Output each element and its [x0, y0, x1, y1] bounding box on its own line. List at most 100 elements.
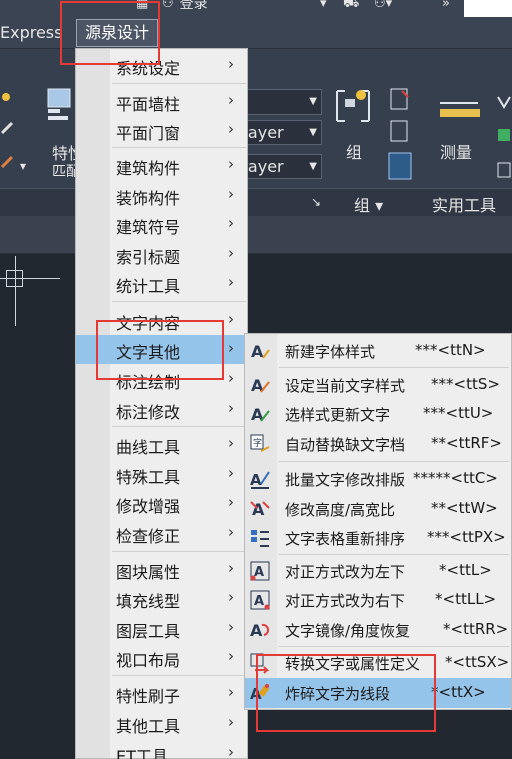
- menu-item-check-fix[interactable]: 检查修正 ›: [76, 519, 247, 548]
- svg-text:A: A: [254, 594, 264, 609]
- svg-text:A: A: [251, 342, 264, 361]
- chevron-right-icon: ›: [228, 743, 234, 759]
- menu-item-modify-enhance[interactable]: 修改增强 ›: [76, 489, 247, 518]
- submenu-item-text-table-sort[interactable]: 文字表格重新排序 ***<ttPX>: [245, 523, 511, 553]
- svg-text:A: A: [250, 471, 262, 489]
- dialog-launcher-icon[interactable]: ↘: [311, 195, 321, 209]
- chevron-right-icon: ›: [228, 55, 234, 73]
- panel-group-title[interactable]: 组 ▾: [354, 192, 383, 216]
- annotation-box-menu: [60, 1, 160, 65]
- menu-item-layer-tools[interactable]: 图层工具 ›: [76, 614, 247, 643]
- menu-item-property-brush[interactable]: 特性刷子 ›: [76, 679, 247, 708]
- menu-item-building-symbols[interactable]: 建筑符号 ›: [76, 210, 247, 239]
- measure-icon[interactable]: [438, 97, 482, 121]
- text-mirror-restore-icon: A: [250, 621, 270, 640]
- separator: [112, 426, 246, 427]
- menu-item-decoration-components[interactable]: 装饰构件 ›: [76, 181, 247, 210]
- chevron-right-icon: ›: [228, 155, 234, 173]
- new-text-style-icon: A: [251, 342, 270, 361]
- separator: [112, 551, 246, 552]
- menu-item-building-components[interactable]: 建筑构件 ›: [76, 151, 247, 180]
- separator: [112, 147, 246, 148]
- submenu-item-set-current-text-style[interactable]: A 设定当前文字样式 ***<ttS>: [245, 370, 511, 400]
- overflow-icon[interactable]: »: [442, 0, 450, 11]
- batch-text-edit-icon: A: [250, 471, 270, 489]
- chevron-right-icon: ›: [228, 120, 234, 138]
- menu-item-wall-column[interactable]: 平面墙柱 ›: [76, 87, 247, 116]
- dropdown-arrow-icon[interactable]: ▾: [320, 0, 327, 11]
- chevron-down-icon: ▼: [309, 96, 317, 107]
- update-text-by-style-icon: A: [251, 405, 270, 424]
- menu-item-dimension-modify[interactable]: 标注修改 ›: [76, 395, 247, 424]
- chevron-right-icon: ›: [228, 434, 234, 452]
- login-label: 登录: [179, 0, 208, 12]
- submenu-item-batch-text-edit[interactable]: A 批量文字修改排版 *****<ttC>: [245, 464, 511, 494]
- text-height-ratio-icon: A: [250, 500, 270, 519]
- submenu-item-update-text-by-style[interactable]: A 选样式更新文字 ***<ttU>: [245, 399, 511, 429]
- help-user-icon[interactable]: ⚇▾: [374, 0, 392, 11]
- user-icon: ⚇: [162, 0, 174, 11]
- chevron-right-icon: ›: [228, 369, 234, 387]
- group-tools-icon[interactable]: [388, 87, 414, 183]
- chevron-right-icon: ›: [228, 588, 234, 606]
- menu-item-index-titles[interactable]: 索引标题 ›: [76, 240, 247, 269]
- menu-item-block-attributes[interactable]: 图块属性 ›: [76, 555, 247, 584]
- text-table-sort-icon: [251, 530, 269, 547]
- replace-missing-font-icon: 字: [250, 434, 270, 452]
- yuanquan-menu: 系统设定 › 平面墙柱 › 平面门窗 › 建筑构件 › 装饰构件 › 建筑符号 › 索引标题…: [75, 48, 248, 759]
- submenu-item-text-height-ratio[interactable]: A 修改高度/高宽比 **<ttW>: [245, 494, 511, 524]
- match-properties-icon[interactable]: [46, 87, 74, 127]
- svg-text:A: A: [254, 565, 264, 580]
- menu-item-viewport-layout[interactable]: 视口布局 ›: [76, 643, 247, 672]
- set-current-text-style-icon: A: [251, 376, 270, 395]
- annotation-box-explode-text: [256, 654, 436, 732]
- chevron-right-icon: ›: [228, 713, 234, 731]
- chevron-right-icon: ›: [228, 91, 234, 109]
- dropdown-arrow-icon[interactable]: ▾: [20, 159, 26, 173]
- panel-utilities-title[interactable]: 实用工具: [432, 192, 496, 216]
- menu-item-other-tools[interactable]: 其他工具 ›: [76, 709, 247, 738]
- justify-bottom-right-icon: A: [250, 590, 270, 610]
- menu-item-et-tools[interactable]: ET工具 ›: [76, 739, 247, 759]
- group-label: 组: [346, 143, 363, 162]
- chevron-down-icon: ▼: [309, 161, 317, 172]
- menu-express[interactable]: Express: [0, 23, 62, 42]
- chevron-down-icon: ▼: [309, 127, 317, 138]
- group-icon[interactable]: [333, 87, 373, 131]
- ribbon-left-tools-icon[interactable]: [0, 89, 16, 189]
- justify-bottom-left-icon: A: [250, 561, 270, 581]
- chevron-right-icon: ›: [228, 647, 234, 665]
- submenu-item-text-mirror-restore[interactable]: A 文字镜像/角度恢复 *<ttRR>: [245, 615, 511, 645]
- separator: [112, 301, 246, 302]
- chevron-right-icon: ›: [228, 310, 234, 328]
- chevron-right-icon: ›: [228, 683, 234, 701]
- chevron-right-icon: ›: [228, 523, 234, 541]
- chevron-right-icon: ›: [228, 493, 234, 511]
- chevron-right-icon: ›: [228, 244, 234, 262]
- chevron-right-icon: ›: [228, 399, 234, 417]
- crosshair-pickbox: [6, 270, 23, 287]
- measure-label: 测量: [440, 143, 473, 162]
- chevron-right-icon: ›: [228, 559, 234, 577]
- cart-icon[interactable]: ⛟: [343, 0, 359, 13]
- svg-text:字: 字: [253, 437, 262, 449]
- menu-item-curve-tools[interactable]: 曲线工具 ›: [76, 430, 247, 459]
- menu-item-special-tools[interactable]: 特殊工具 ›: [76, 460, 247, 489]
- chevron-right-icon: ›: [228, 273, 234, 291]
- svg-text:A: A: [250, 621, 263, 640]
- utilities-right-icons[interactable]: [496, 93, 512, 185]
- submenu-item-justify-bottom-left[interactable]: A 对正方式改为左下 *<ttL>: [245, 556, 511, 586]
- submenu-item-replace-missing-font[interactable]: 字 自动替换缺文字档 **<ttRF>: [245, 429, 511, 459]
- chevron-right-icon: ›: [228, 339, 234, 357]
- annotation-box-text-other: [96, 320, 224, 380]
- separator: [112, 83, 246, 84]
- submenu-item-new-text-style[interactable]: A 新建字体样式 ***<ttN>: [245, 336, 511, 366]
- menu-item-hatch-linetype[interactable]: 填充线型 ›: [76, 584, 247, 613]
- submenu-item-justify-bottom-right[interactable]: A 对正方式改为右下 *<ttLL>: [245, 585, 511, 615]
- login-area[interactable]: ⚇ 登录: [162, 0, 208, 13]
- window-edge: [464, 0, 512, 17]
- menu-item-door-window[interactable]: 平面门窗 ›: [76, 116, 247, 145]
- chevron-right-icon: ›: [228, 185, 234, 203]
- chevron-right-icon: ›: [228, 214, 234, 232]
- menu-item-statistics-tools[interactable]: 统计工具 ›: [76, 269, 247, 298]
